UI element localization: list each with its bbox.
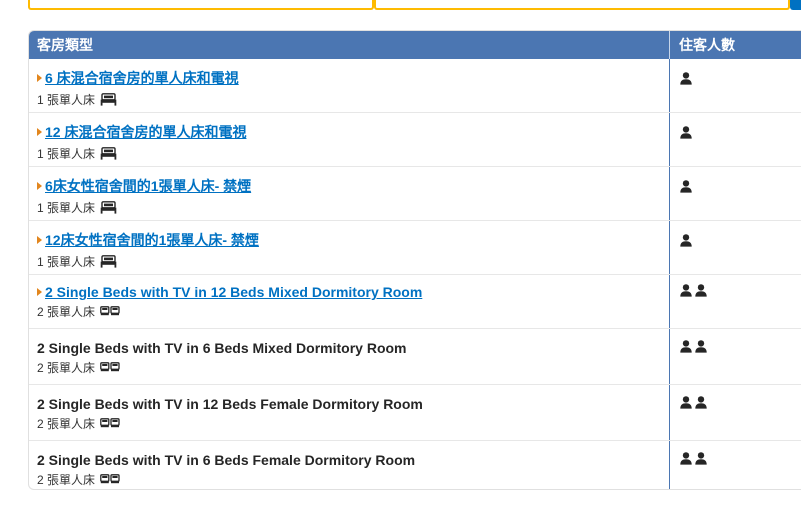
room-name-link[interactable]: 6床女性宿舍間的1張單人床- 禁煙 xyxy=(45,176,251,196)
bed-info: 2 張單人床 xyxy=(37,303,669,320)
table-body: 6 床混合宿舍房的單人床和電視 1 張單人床 12 床混合宿舍房的單人床和電視 1 張… xyxy=(29,59,801,489)
two-single-beds-icon xyxy=(100,474,120,485)
guests-cell xyxy=(670,59,801,112)
guest-capacity xyxy=(680,396,707,414)
room-name-link[interactable]: 12床女性宿舍間的1張單人床- 禁煙 xyxy=(45,230,259,250)
room-name-link[interactable]: 12 床混合宿舍房的單人床和電視 xyxy=(45,122,246,142)
bed-count-label: 1 張單人床 xyxy=(37,147,96,161)
guest-capacity xyxy=(680,72,692,90)
room-name: 2 Single Beds with TV in 12 Beds Female … xyxy=(37,396,423,412)
person-icon xyxy=(695,396,707,414)
room-type-cell: 2 Single Beds with TV in 12 Beds Mixed D… xyxy=(29,275,670,328)
bed-info: 2 張單人床 xyxy=(37,415,669,432)
bed-count-label: 1 張單人床 xyxy=(37,93,96,107)
room-type-cell: 12 床混合宿舍房的單人床和電視 1 張單人床 xyxy=(29,113,670,166)
person-icon xyxy=(695,452,707,470)
single-bed-icon xyxy=(100,93,117,106)
single-bed-icon xyxy=(100,201,117,214)
bed-count-label: 2 張單人床 xyxy=(37,417,96,431)
guests-cell xyxy=(670,167,801,220)
room-type-cell: 2 Single Beds with TV in 6 Beds Female D… xyxy=(29,441,670,489)
guest-capacity xyxy=(680,180,692,198)
table-header: 客房類型 住客人數 xyxy=(29,31,801,59)
two-single-beds-icon xyxy=(100,362,120,373)
top-input-left[interactable] xyxy=(28,0,374,10)
room-name-line: 2 Single Beds with TV in 6 Beds Mixed Do… xyxy=(37,340,669,356)
bed-info: 1 張單人床 xyxy=(37,91,669,108)
table-row: 6 床混合宿舍房的單人床和電視 1 張單人床 xyxy=(29,59,801,113)
table-row: 2 Single Beds with TV in 12 Beds Female … xyxy=(29,385,801,441)
room-name-line: 12 床混合宿舍房的單人床和電視 xyxy=(37,122,669,142)
person-icon xyxy=(680,126,692,144)
room-name-line: 2 Single Beds with TV in 12 Beds Mixed D… xyxy=(37,284,669,300)
top-action-button[interactable] xyxy=(790,0,801,10)
guests-cell xyxy=(670,441,801,489)
room-name: 2 Single Beds with TV in 6 Beds Female D… xyxy=(37,452,416,468)
bed-count-label: 1 張單人床 xyxy=(37,255,96,269)
guests-cell xyxy=(670,113,801,166)
person-icon xyxy=(680,284,692,302)
room-type-cell: 2 Single Beds with TV in 12 Beds Female … xyxy=(29,385,670,440)
guest-capacity xyxy=(680,126,692,144)
guest-capacity xyxy=(680,284,707,302)
room-name-link[interactable]: 2 Single Beds with TV in 12 Beds Mixed D… xyxy=(45,284,422,300)
table-row: 2 Single Beds with TV in 6 Beds Female D… xyxy=(29,441,801,489)
person-icon xyxy=(695,340,707,358)
expand-caret-icon[interactable] xyxy=(37,236,42,244)
expand-caret-icon[interactable] xyxy=(37,74,42,82)
bed-info: 1 張單人床 xyxy=(37,145,669,162)
single-bed-icon xyxy=(100,255,117,268)
guest-capacity xyxy=(680,452,707,470)
guests-cell xyxy=(670,329,801,384)
room-type-cell: 6床女性宿舍間的1張單人床- 禁煙 1 張單人床 xyxy=(29,167,670,220)
room-name-link[interactable]: 6 床混合宿舍房的單人床和電視 xyxy=(45,68,239,88)
table-row: 2 Single Beds with TV in 6 Beds Mixed Do… xyxy=(29,329,801,385)
person-icon xyxy=(680,234,692,252)
bed-count-label: 2 張單人床 xyxy=(37,361,96,375)
person-icon xyxy=(680,452,692,470)
bed-info: 2 張單人床 xyxy=(37,359,669,376)
room-name-line: 2 Single Beds with TV in 6 Beds Female D… xyxy=(37,452,669,468)
bed-info: 1 張單人床 xyxy=(37,199,669,216)
top-form-strip xyxy=(0,0,801,14)
person-icon xyxy=(680,180,692,198)
room-type-cell: 2 Single Beds with TV in 6 Beds Mixed Do… xyxy=(29,329,670,384)
two-single-beds-icon xyxy=(100,306,120,317)
table-row: 12床女性宿舍間的1張單人床- 禁煙 1 張單人床 xyxy=(29,221,801,275)
room-name-line: 6床女性宿舍間的1張單人床- 禁煙 xyxy=(37,176,669,196)
guests-cell xyxy=(670,275,801,328)
person-icon xyxy=(695,284,707,302)
room-name: 2 Single Beds with TV in 6 Beds Mixed Do… xyxy=(37,340,407,356)
guests-cell xyxy=(670,385,801,440)
person-icon xyxy=(680,396,692,414)
column-header-guests: 住客人數 xyxy=(679,37,735,53)
guests-cell xyxy=(670,221,801,274)
person-icon xyxy=(680,72,692,90)
bed-count-label: 2 張單人床 xyxy=(37,473,96,487)
table-row: 2 Single Beds with TV in 12 Beds Mixed D… xyxy=(29,275,801,329)
two-single-beds-icon xyxy=(100,418,120,429)
guest-capacity xyxy=(680,340,707,358)
room-type-cell: 12床女性宿舍間的1張單人床- 禁煙 1 張單人床 xyxy=(29,221,670,274)
person-icon xyxy=(680,340,692,358)
single-bed-icon xyxy=(100,147,117,160)
bed-count-label: 1 張單人床 xyxy=(37,201,96,215)
column-header-room-type: 客房類型 xyxy=(29,31,670,59)
room-name-line: 6 床混合宿舍房的單人床和電視 xyxy=(37,68,669,88)
table-row: 6床女性宿舍間的1張單人床- 禁煙 1 張單人床 xyxy=(29,167,801,221)
bed-info: 1 張單人床 xyxy=(37,253,669,270)
guest-capacity xyxy=(680,234,692,252)
expand-caret-icon[interactable] xyxy=(37,288,42,296)
expand-caret-icon[interactable] xyxy=(37,182,42,190)
room-name-line: 2 Single Beds with TV in 12 Beds Female … xyxy=(37,396,669,412)
bed-count-label: 2 張單人床 xyxy=(37,305,96,319)
room-type-cell: 6 床混合宿舍房的單人床和電視 1 張單人床 xyxy=(29,59,670,112)
expand-caret-icon[interactable] xyxy=(37,128,42,136)
top-input-right[interactable] xyxy=(374,0,790,10)
room-type-table: 客房類型 住客人數 6 床混合宿舍房的單人床和電視 1 張單人床 12 床混合宿舍房… xyxy=(28,30,801,490)
room-name-line: 12床女性宿舍間的1張單人床- 禁煙 xyxy=(37,230,669,250)
table-row: 12 床混合宿舍房的單人床和電視 1 張單人床 xyxy=(29,113,801,167)
bed-info: 2 張單人床 xyxy=(37,471,669,488)
